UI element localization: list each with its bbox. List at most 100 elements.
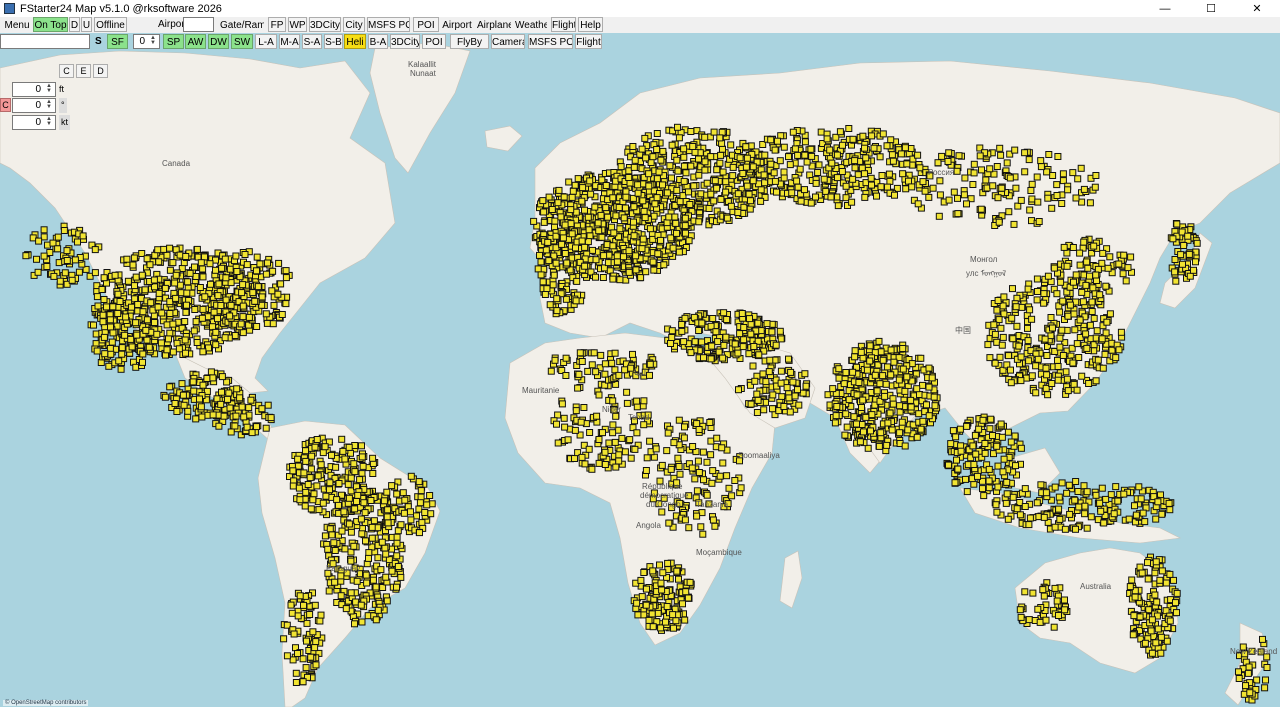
airport-marker-icon[interactable] [670,439,678,447]
airport-marker-icon[interactable] [199,273,207,281]
airport-marker-icon[interactable] [151,319,158,326]
airport-marker-icon[interactable] [1086,321,1094,329]
airport-marker-icon[interactable] [1010,220,1018,228]
airport-marker-icon[interactable] [245,313,253,321]
on-top-button[interactable]: On Top [33,17,68,32]
airport-marker-icon[interactable] [169,348,177,356]
airport-marker-icon[interactable] [665,519,673,527]
airport-marker-icon[interactable] [267,414,275,422]
airport-marker-icon[interactable] [166,329,174,337]
airport-marker-icon[interactable] [353,577,361,585]
airport-marker-icon[interactable] [954,210,962,218]
airport-marker-icon[interactable] [707,437,715,445]
airport-marker-icon[interactable] [103,303,110,311]
airport-marker-icon[interactable] [1185,250,1193,258]
airport-marker-icon[interactable] [668,141,676,149]
airport-marker-icon[interactable] [555,186,563,194]
airport-marker-icon[interactable] [131,295,139,303]
airport-marker-icon[interactable] [239,302,247,310]
airport-marker-icon[interactable] [796,165,804,173]
airport-marker-icon[interactable] [341,455,349,463]
airport-marker-icon[interactable] [693,512,701,520]
airport-marker-icon[interactable] [851,353,859,361]
airport-marker-icon[interactable] [860,428,867,436]
airport-marker-icon[interactable] [558,240,566,248]
airport-marker-icon[interactable] [362,571,370,579]
airport-marker-icon[interactable] [1179,260,1186,268]
airport-marker-icon[interactable] [586,177,594,185]
airport-marker-icon[interactable] [629,143,637,150]
airport-marker-icon[interactable] [827,193,835,201]
airport-marker-icon[interactable] [944,158,952,165]
airport-marker-icon[interactable] [91,246,99,254]
airport-marker-icon[interactable] [699,530,707,538]
poi-filter-button[interactable]: POI [422,34,446,49]
airport-marker-icon[interactable] [1059,170,1067,178]
airport-marker-icon[interactable] [1088,298,1096,306]
ma-button[interactable]: M-A [279,34,300,49]
airport-marker-icon[interactable] [357,601,365,609]
airport-marker-icon[interactable] [657,624,665,632]
airport-marker-icon[interactable] [633,397,641,405]
airport-marker-icon[interactable] [1060,243,1068,251]
airport-marker-icon[interactable] [1106,310,1114,318]
airport-marker-icon[interactable] [401,496,409,504]
airport-marker-icon[interactable] [630,203,638,211]
airport-marker-icon[interactable] [630,218,637,226]
airport-marker-icon[interactable] [397,521,405,529]
airport-marker-icon[interactable] [1076,249,1084,257]
airport-marker-icon[interactable] [282,274,290,282]
airport-marker-icon[interactable] [1011,146,1019,154]
airport-marker-icon[interactable] [725,484,733,492]
airport-marker-icon[interactable] [1050,264,1058,272]
airport-marker-icon[interactable] [220,412,228,420]
airport-marker-icon[interactable] [715,348,723,356]
airport-marker-icon[interactable] [1080,185,1088,193]
airport-marker-icon[interactable] [745,190,753,198]
airport-marker-icon[interactable] [143,316,151,324]
airport-marker-icon[interactable] [673,156,681,164]
airport-marker-icon[interactable] [700,476,707,484]
airport-marker-icon[interactable] [856,438,864,446]
d-button[interactable]: D [69,17,80,32]
airport-marker-icon[interactable] [1056,343,1064,351]
airport-marker-icon[interactable] [896,402,904,410]
airport-marker-icon[interactable] [761,151,769,159]
airport-marker-icon[interactable] [685,188,692,196]
airport-marker-icon[interactable] [681,314,689,322]
airport-marker-icon[interactable] [133,331,141,339]
airport-marker-icon[interactable] [888,151,896,159]
airport-marker-icon[interactable] [1054,376,1062,384]
airport-marker-icon[interactable] [1096,291,1104,299]
airport-marker-icon[interactable] [729,172,737,180]
airport-marker-icon[interactable] [299,678,307,686]
airport-marker-icon[interactable] [423,501,431,509]
airport-marker-icon[interactable] [719,145,726,153]
airport-marker-icon[interactable] [75,268,83,276]
airport-marker-icon[interactable] [701,166,709,174]
airport-marker-icon[interactable] [785,153,792,161]
airport-marker-icon[interactable] [280,635,288,643]
minimize-button[interactable]: — [1142,0,1188,17]
airport-marker-icon[interactable] [166,383,174,391]
airport-marker-icon[interactable] [746,205,754,213]
airport-marker-icon[interactable] [321,443,329,451]
airport-marker-icon[interactable] [99,318,107,326]
airport-marker-icon[interactable] [270,301,278,309]
airport-marker-icon[interactable] [1005,208,1013,216]
airport-marker-icon[interactable] [382,550,390,558]
airport-marker-icon[interactable] [675,575,682,583]
airport-marker-icon[interactable] [1043,371,1051,379]
airport-marker-icon[interactable] [845,125,853,132]
airport-marker-icon[interactable] [340,508,348,516]
airport-marker-icon[interactable] [711,522,719,530]
airport-marker-icon[interactable] [1063,375,1071,383]
airport-marker-icon[interactable] [100,296,108,303]
airport-marker-icon[interactable] [1034,198,1042,206]
airport-marker-icon[interactable] [747,330,755,338]
airport-marker-icon[interactable] [757,197,765,205]
airport-marker-icon[interactable] [850,413,858,421]
airport-marker-icon[interactable] [769,405,776,413]
airport-marker-icon[interactable] [572,244,579,252]
airport-marker-icon[interactable] [153,330,161,338]
